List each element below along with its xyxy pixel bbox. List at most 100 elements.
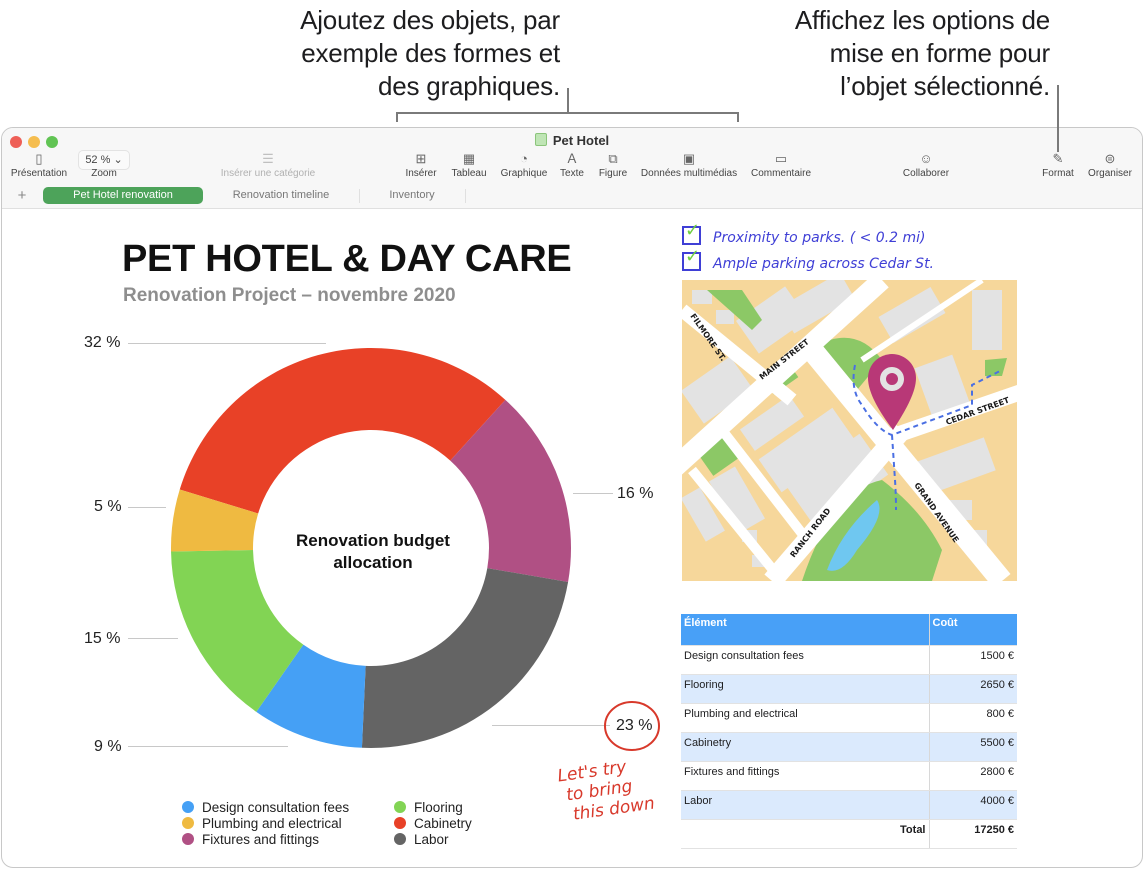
shape-icon: ⧉ — [608, 151, 618, 166]
callout-line-2: exemple des formes et — [301, 38, 560, 68]
legend-item: Flooring — [394, 800, 463, 815]
table-cell[interactable]: Plumbing and electrical — [681, 703, 929, 733]
legend-item: Plumbing and electrical — [182, 816, 342, 831]
document-icon — [534, 133, 547, 146]
legend-swatch — [182, 817, 194, 829]
checkbox-checked-icon[interactable]: ✓ — [682, 246, 701, 271]
callout-line-3: des graphiques. — [377, 71, 560, 101]
table-cell[interactable]: Labor — [681, 790, 929, 820]
comment-label: Commentaire — [750, 168, 812, 179]
presentation-label: Présentation — [10, 168, 68, 179]
table-button[interactable]: ▦ Tableau — [448, 150, 490, 179]
table-row: Plumbing and electrical 800 € — [681, 703, 1017, 733]
shape-label: Figure — [598, 168, 628, 179]
window-title-text: Pet Hotel — [552, 133, 610, 148]
zoom-dropdown[interactable]: 52 % ⌄ — [78, 150, 130, 170]
header-cell-cost[interactable]: Coût — [928, 614, 1017, 646]
legend-label: Design consultation fees — [202, 800, 350, 815]
chart-button[interactable]: ◔ Graphique — [497, 150, 551, 179]
table-cell[interactable]: 2800 € — [928, 761, 1017, 791]
callout-format-pointer — [1057, 85, 1059, 152]
table-cell[interactable]: 800 € — [928, 703, 1017, 733]
table-cell[interactable]: 1500 € — [928, 645, 1017, 675]
checklist-item: ✓ Ample parking across Cedar St. — [682, 246, 934, 278]
table-cell[interactable]: Fixtures and fittings — [681, 761, 929, 791]
sheet-tabs: + Pet Hotel renovation Renovation timeli… — [2, 184, 1142, 209]
table-row: Flooring 2650 € — [681, 674, 1017, 704]
legend-swatch — [182, 833, 194, 845]
chart-label-cabinetry: 32 % — [84, 334, 121, 351]
image-icon: ▣ — [682, 151, 696, 166]
tab-divider — [465, 189, 466, 203]
legend-item: Labor — [394, 832, 449, 847]
total-value[interactable]: 17250 € — [928, 819, 1017, 849]
window-title: Pet Hotel — [2, 133, 1142, 148]
table-cell[interactable]: 5500 € — [928, 732, 1017, 762]
media-button[interactable]: ▣ Données multimédias — [638, 150, 740, 179]
cost-table[interactable]: Élément Coût Design consultation fees 150… — [681, 614, 1017, 849]
legend-label: Cabinetry — [414, 816, 472, 831]
leader-line — [128, 638, 178, 639]
chart-icon: ◔ — [520, 151, 528, 166]
total-label[interactable]: Total — [681, 819, 929, 849]
table-cell[interactable]: 4000 € — [928, 790, 1017, 820]
table-row: Cabinetry 5500 € — [681, 732, 1017, 762]
table-cell[interactable]: Cabinetry — [681, 732, 929, 762]
header-cell-element[interactable]: Élément — [681, 614, 929, 646]
insert-label: Insérer — [405, 168, 437, 179]
insert-category-label: Insérer une catégorie — [220, 168, 316, 179]
legend-item: Fixtures and fittings — [182, 832, 319, 847]
paintbrush-icon: ✎ — [1052, 151, 1064, 166]
leader-line — [492, 725, 610, 726]
callout-pointer — [567, 88, 569, 113]
leader-line — [573, 493, 613, 494]
media-label: Données multimédias — [640, 168, 738, 179]
tab-pet-hotel-renovation[interactable]: Pet Hotel renovation — [43, 187, 203, 204]
text-button[interactable]: Ａ Texte — [557, 150, 587, 179]
tab-inventory[interactable]: Inventory — [362, 187, 462, 204]
chart-label-labor: 23 % — [616, 717, 653, 734]
callout-format: Affichez les options de mise en forme po… — [700, 4, 1050, 103]
collaborate-button[interactable]: ☺ Collaborer — [898, 150, 954, 179]
table-row: Labor 4000 € — [681, 790, 1017, 820]
table-cell[interactable]: Flooring — [681, 674, 929, 704]
comment-button[interactable]: ▭ Commentaire — [748, 150, 814, 179]
insert-category-button[interactable]: ☰ Insérer une catégorie — [212, 150, 324, 179]
presentation-button[interactable]: ▯ Présentation — [8, 150, 70, 179]
map-image[interactable]: FILMORE ST. MAIN STREET CEDAR STREET GRA… — [682, 280, 1017, 581]
legend-label: Plumbing and electrical — [202, 816, 342, 831]
shape-button[interactable]: ⧉ Figure — [596, 150, 630, 179]
callout-line-1: Affichez les options de — [794, 5, 1050, 35]
legend-swatch — [394, 833, 406, 845]
handwritten-note: Let's try to bring this down — [556, 754, 656, 826]
organize-button[interactable]: ⊜ Organiser — [1084, 150, 1136, 179]
tab-divider — [359, 189, 360, 203]
collaborate-icon: ☺ — [919, 151, 933, 166]
insert-button[interactable]: ⊞ Insérer — [402, 150, 440, 179]
legend-label: Fixtures and fittings — [202, 832, 320, 847]
zoom-select: 52 % ⌄ — [78, 150, 130, 170]
tab-renovation-timeline[interactable]: Renovation timeline — [206, 187, 356, 204]
callout-bracket — [396, 112, 739, 114]
format-button[interactable]: ✎ Format — [1038, 150, 1078, 179]
checkbox-checked-icon[interactable]: ✓ — [682, 220, 701, 245]
table-cell[interactable]: 2650 € — [928, 674, 1017, 704]
callout-bracket-right — [737, 112, 739, 122]
legend-item: Cabinetry — [394, 816, 472, 831]
table-cell[interactable]: Design consultation fees — [681, 645, 929, 675]
add-sheet-button[interactable]: + — [12, 187, 32, 204]
leader-line — [128, 343, 326, 344]
table-row: Fixtures and fittings 2800 € — [681, 761, 1017, 791]
chart-label-plumbing: 5 % — [94, 498, 122, 515]
zoom-control[interactable]: 52 % ⌄ Zoom — [78, 150, 130, 179]
comment-icon: ▭ — [774, 151, 788, 166]
toolbar: Pet Hotel ▯ Présentation 52 % ⌄ Zoom ☰ I… — [2, 128, 1142, 185]
zoom-label: Zoom — [91, 168, 117, 179]
table-label: Tableau — [451, 168, 487, 179]
legend-label: Labor — [414, 832, 449, 847]
organize-label: Organiser — [1088, 168, 1132, 179]
chart-label-fixtures: 16 % — [617, 485, 654, 502]
document-subtitle: Renovation Project – novembre 2020 — [123, 285, 456, 306]
checklist: ✓ Proximity to parks. ( < 0.2 mi) ✓ Ample … — [682, 220, 934, 278]
document-title: PET HOTEL & DAY CARE — [122, 238, 572, 280]
